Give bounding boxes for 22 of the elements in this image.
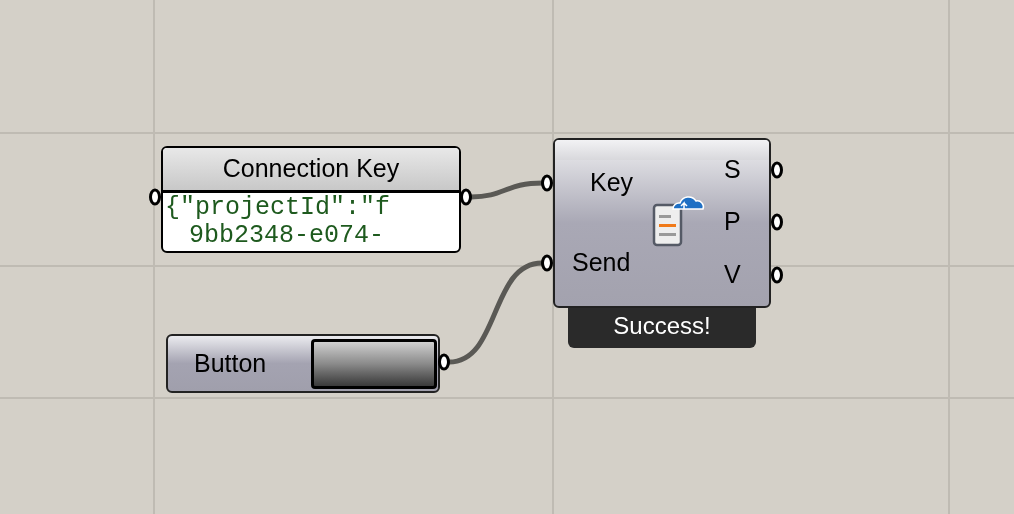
output-label: P (724, 207, 741, 235)
output-label: V (724, 260, 741, 288)
output-grip[interactable] (460, 188, 472, 206)
output-grip[interactable] (771, 266, 783, 284)
toggle-button[interactable] (311, 339, 437, 389)
input-grip[interactable] (541, 254, 553, 272)
output-grip[interactable] (771, 213, 783, 231)
output-grip[interactable] (438, 353, 450, 371)
panel-title: Connection Key (163, 148, 459, 193)
input-grip[interactable] (149, 188, 161, 206)
output-grip[interactable] (771, 161, 783, 179)
panel-node[interactable]: Connection Key {"projectId":"f 9bb2348-e074- (161, 146, 461, 253)
panel-text: 9bb2348-e074- (189, 222, 386, 250)
component-node[interactable] (553, 138, 771, 308)
output-label: S (724, 155, 741, 183)
document-cloud-icon (651, 193, 707, 249)
input-grip[interactable] (541, 174, 553, 192)
input-label: Send (572, 248, 631, 276)
panel-text: {"projectId":"f (165, 194, 392, 222)
wire (471, 180, 543, 200)
input-label: Key (590, 168, 634, 196)
button-node-label: Button (194, 347, 267, 379)
